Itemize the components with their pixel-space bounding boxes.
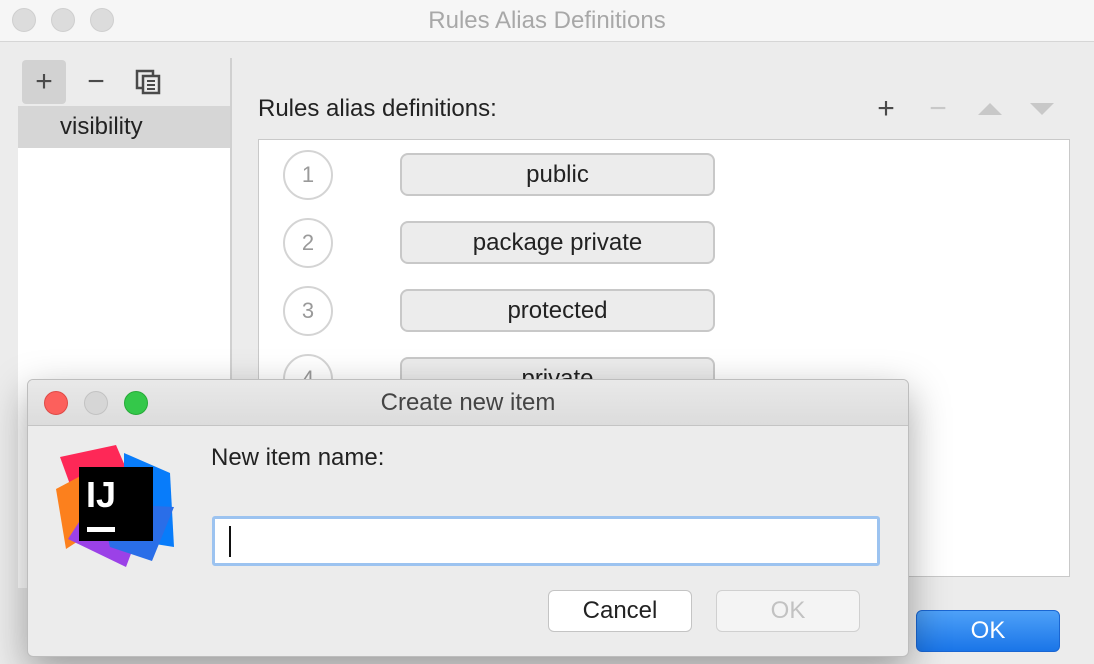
rule-chip[interactable]: public	[400, 153, 715, 196]
new-item-name-label: New item name:	[211, 444, 385, 471]
alias-item-visibility[interactable]: visibility	[18, 106, 230, 148]
rule-row: 2 package private	[259, 216, 1069, 272]
rule-chip[interactable]: package private	[400, 221, 715, 264]
dialog-title: Create new item	[380, 389, 556, 416]
intellij-logo-icon: IJ	[56, 445, 174, 567]
remove-rule-button[interactable]: −	[922, 92, 954, 126]
rule-number: 1	[283, 150, 333, 200]
copy-alias-button[interactable]	[126, 60, 170, 104]
minus-icon: −	[87, 65, 105, 98]
create-item-dialog: Create new item IJ New item name: Cancel…	[27, 379, 909, 657]
ok-button[interactable]: OK	[916, 610, 1060, 652]
rule-chip[interactable]: protected	[400, 289, 715, 332]
minus-icon: −	[929, 92, 947, 125]
arrow-up-icon	[978, 103, 1002, 115]
alias-list-toolbar: + −	[18, 58, 230, 106]
cancel-button[interactable]: Cancel	[548, 590, 692, 632]
dialog-titlebar: Create new item	[28, 380, 908, 426]
remove-alias-button[interactable]: −	[74, 60, 118, 104]
rule-row: 1 public	[259, 148, 1069, 204]
window-titlebar: Rules Alias Definitions	[0, 0, 1094, 42]
move-down-button[interactable]	[1026, 92, 1058, 126]
arrow-down-icon	[1030, 103, 1054, 115]
rules-label: Rules alias definitions:	[258, 95, 497, 122]
rule-number: 2	[283, 218, 333, 268]
text-caret	[229, 526, 231, 557]
plus-icon: +	[877, 92, 895, 125]
add-rule-button[interactable]: +	[870, 92, 902, 126]
window-title: Rules Alias Definitions	[428, 7, 666, 34]
dialog-ok-button[interactable]: OK	[716, 590, 860, 632]
copy-icon	[135, 69, 161, 95]
logo-text: IJ	[86, 474, 116, 515]
add-alias-button[interactable]: +	[22, 60, 66, 104]
new-item-name-input[interactable]	[212, 516, 880, 566]
move-up-button[interactable]	[974, 92, 1006, 126]
rule-number: 3	[283, 286, 333, 336]
plus-icon: +	[35, 65, 53, 98]
rule-row: 3 protected	[259, 284, 1069, 340]
